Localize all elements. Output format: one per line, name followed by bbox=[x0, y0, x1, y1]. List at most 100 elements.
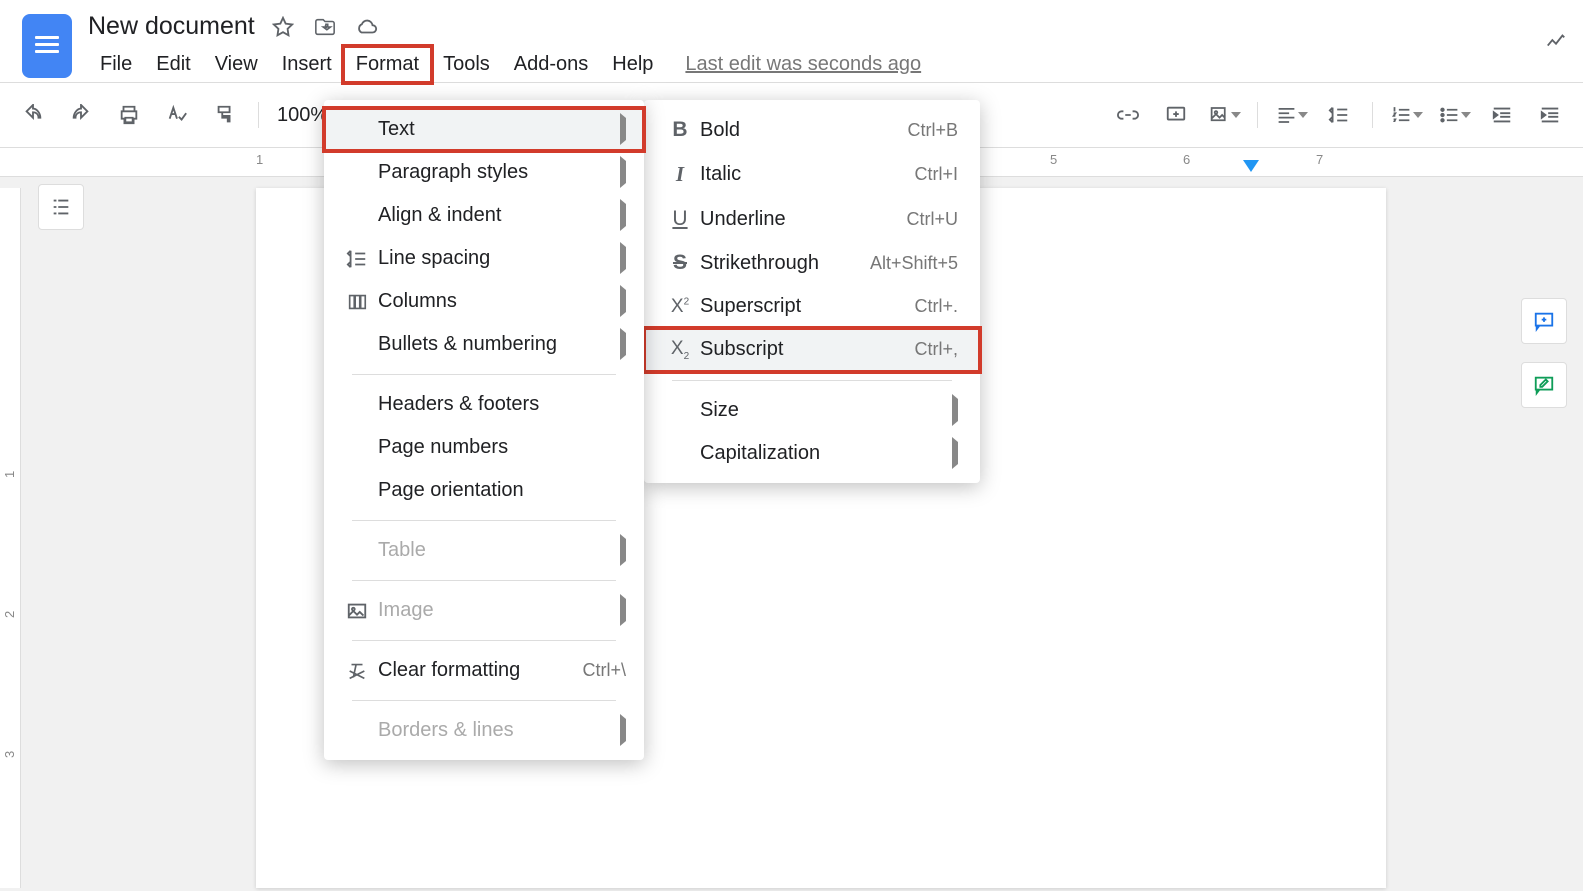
menu-item-label: Size bbox=[700, 399, 952, 422]
menu-item-label: Page numbers bbox=[378, 436, 626, 459]
toolbar-separator bbox=[1372, 102, 1373, 128]
dropdown-arrow-icon bbox=[1231, 112, 1241, 118]
menu-separator bbox=[352, 520, 616, 521]
menu-item-label: Headers & footers bbox=[378, 393, 626, 416]
submenu-arrow-icon bbox=[620, 247, 626, 270]
cloud-status-icon[interactable] bbox=[353, 13, 381, 41]
menu-file[interactable]: File bbox=[88, 47, 144, 82]
vertical-ruler[interactable]: 1 2 3 bbox=[0, 188, 21, 888]
format-item-headers-footers[interactable]: Headers & footers bbox=[324, 383, 644, 426]
submenu-arrow-icon bbox=[620, 118, 626, 141]
document-title[interactable]: New document bbox=[88, 8, 255, 45]
text-item-italic[interactable]: IItalicCtrl+I bbox=[644, 152, 980, 197]
decrease-indent-icon[interactable] bbox=[1487, 100, 1517, 130]
document-outline-button[interactable] bbox=[38, 184, 84, 230]
menu-item-label: Table bbox=[378, 539, 620, 562]
docs-logo-icon[interactable] bbox=[22, 14, 72, 78]
menu-item-label: Subscript bbox=[700, 338, 914, 361]
submenu-arrow-icon bbox=[620, 599, 626, 622]
format-item-line-spacing[interactable]: Line spacing bbox=[324, 237, 644, 280]
align-icon[interactable] bbox=[1276, 100, 1306, 130]
dropdown-arrow-icon bbox=[1461, 112, 1471, 118]
insert-image-icon[interactable] bbox=[1209, 100, 1239, 130]
format-item-text[interactable]: Text bbox=[324, 108, 644, 151]
menu-separator bbox=[352, 700, 616, 701]
text-item-capitalization[interactable]: Capitalization bbox=[644, 432, 980, 475]
menu-item-label: Clear formatting bbox=[378, 659, 582, 682]
submenu-arrow-icon bbox=[952, 442, 958, 465]
format-item-clear-formatting[interactable]: Clear formattingCtrl+\ bbox=[324, 649, 644, 692]
format-item-bullets-numbering[interactable]: Bullets & numbering bbox=[324, 323, 644, 366]
keyboard-shortcut: Ctrl+U bbox=[906, 209, 958, 230]
text-item-bold[interactable]: BBoldCtrl+B bbox=[644, 108, 980, 152]
menu-format[interactable]: Format bbox=[344, 47, 431, 82]
submenu-arrow-icon bbox=[620, 719, 626, 742]
menu-help[interactable]: Help bbox=[600, 47, 665, 82]
move-folder-icon[interactable] bbox=[311, 13, 339, 41]
menu-addons[interactable]: Add-ons bbox=[502, 47, 601, 82]
menu-edit[interactable]: Edit bbox=[144, 47, 202, 82]
keyboard-shortcut: Ctrl+B bbox=[907, 120, 958, 141]
right-margin-marker-icon[interactable] bbox=[1243, 160, 1259, 172]
submenu-arrow-icon bbox=[620, 204, 626, 227]
paint-format-icon[interactable] bbox=[210, 100, 240, 130]
sub-icon: X2 bbox=[666, 338, 694, 362]
menu-tools[interactable]: Tools bbox=[431, 47, 502, 82]
format-dropdown: TextParagraph styles Align & indent Line s… bbox=[324, 100, 644, 760]
submenu-arrow-icon bbox=[620, 290, 626, 313]
strike-icon: S bbox=[666, 251, 694, 275]
add-comment-button[interactable] bbox=[1521, 298, 1567, 344]
text-item-subscript[interactable]: X2SubscriptCtrl+, bbox=[644, 328, 980, 372]
menu-item-label: Superscript bbox=[700, 295, 914, 318]
ruler-number: 6 bbox=[1183, 152, 1190, 167]
last-edit-link[interactable]: Last edit was seconds ago bbox=[685, 53, 921, 76]
line-spacing-icon bbox=[342, 248, 372, 270]
text-item-size[interactable]: Size bbox=[644, 389, 980, 432]
text-item-superscript[interactable]: X2SuperscriptCtrl+. bbox=[644, 285, 980, 328]
menu-view[interactable]: View bbox=[203, 47, 270, 82]
underline-icon: U bbox=[666, 207, 694, 231]
ruler-number: 7 bbox=[1316, 152, 1323, 167]
menu-insert[interactable]: Insert bbox=[270, 47, 344, 82]
menu-separator bbox=[352, 580, 616, 581]
keyboard-shortcut: Ctrl+. bbox=[914, 296, 958, 317]
ruler-number: 2 bbox=[2, 611, 17, 618]
increase-indent-icon[interactable] bbox=[1535, 100, 1565, 130]
italic-icon: I bbox=[666, 162, 694, 187]
menu-item-label: Image bbox=[378, 599, 620, 622]
menubar: File Edit View Insert Format Tools Add-o… bbox=[88, 47, 1573, 82]
format-item-page-orientation[interactable]: Page orientation bbox=[324, 469, 644, 512]
dropdown-arrow-icon bbox=[1298, 112, 1308, 118]
format-item-columns[interactable]: Columns bbox=[324, 280, 644, 323]
format-item-page-numbers[interactable]: Page numbers bbox=[324, 426, 644, 469]
print-icon[interactable] bbox=[114, 100, 144, 130]
columns-icon bbox=[342, 291, 372, 313]
menu-item-label: Align & indent bbox=[378, 204, 620, 227]
format-item-paragraph-styles[interactable]: Paragraph styles bbox=[324, 151, 644, 194]
format-item-align-indent[interactable]: Align & indent bbox=[324, 194, 644, 237]
text-submenu: BBoldCtrl+BIItalicCtrl+I U UnderlineCtrl+U… bbox=[644, 100, 980, 483]
toolbar-separator bbox=[1257, 102, 1258, 128]
insert-link-icon[interactable] bbox=[1113, 100, 1143, 130]
undo-icon[interactable] bbox=[18, 100, 48, 130]
keyboard-shortcut: Ctrl+I bbox=[914, 164, 958, 185]
format-item-image: Image bbox=[324, 589, 644, 632]
star-icon[interactable] bbox=[269, 13, 297, 41]
line-spacing-icon[interactable] bbox=[1324, 100, 1354, 130]
redo-icon[interactable] bbox=[66, 100, 96, 130]
numbered-list-icon[interactable] bbox=[1391, 100, 1421, 130]
menu-item-label: Underline bbox=[700, 208, 906, 231]
activity-dashboard-icon[interactable] bbox=[1545, 30, 1567, 57]
spellcheck-icon[interactable] bbox=[162, 100, 192, 130]
text-item-underline[interactable]: U UnderlineCtrl+U bbox=[644, 197, 980, 241]
bulleted-list-icon[interactable] bbox=[1439, 100, 1469, 130]
insert-comment-icon[interactable] bbox=[1161, 100, 1191, 130]
ruler-number: 3 bbox=[2, 751, 17, 758]
dropdown-arrow-icon bbox=[1413, 112, 1423, 118]
submenu-arrow-icon bbox=[620, 539, 626, 562]
ruler-number: 1 bbox=[256, 152, 263, 167]
text-item-strikethrough[interactable]: SStrikethroughAlt+Shift+5 bbox=[644, 241, 980, 285]
suggest-edits-button[interactable] bbox=[1521, 362, 1567, 408]
menu-item-label: Bullets & numbering bbox=[378, 333, 620, 356]
image-icon bbox=[342, 600, 372, 622]
